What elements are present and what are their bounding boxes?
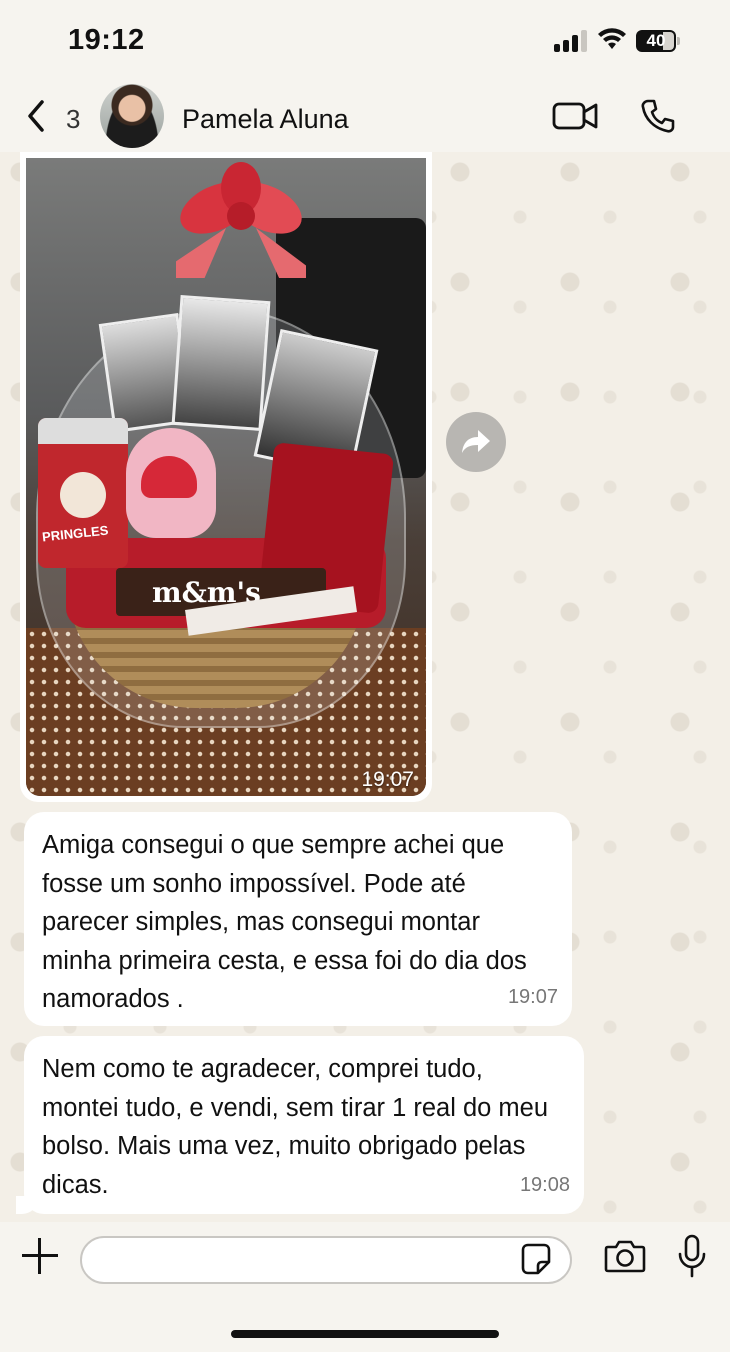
attach-plus-icon[interactable] [20,1236,60,1276]
pringles-can: PRINGLES [38,418,128,568]
sticker-icon[interactable] [520,1242,552,1276]
status-time: 19:12 [68,24,145,56]
message-text: Amiga consegui o que sempre achei que fo… [42,831,527,1013]
phone-call-icon[interactable] [640,98,676,134]
back-chevron-icon[interactable] [22,98,52,134]
forward-button[interactable] [446,412,506,472]
unread-count[interactable]: 3 [66,104,80,135]
microphone-icon[interactable] [676,1234,708,1278]
message-timestamp: 19:08 [519,1173,570,1196]
message-input[interactable] [80,1236,572,1284]
message-timestamp: 19:07 [507,985,558,1008]
gift-basket-photo[interactable]: PRINGLES m&m's 19:07 [26,158,426,796]
message-bubble[interactable]: Nem como te agradecer, comprei tudo, mon… [16,1036,584,1214]
image-message[interactable]: PRINGLES m&m's 19:07 [20,152,432,802]
message-text: Nem como te agradecer, comprei tudo, mon… [42,1055,549,1199]
message-bubble[interactable]: Amiga consegui o que sempre achei que fo… [24,812,572,1026]
status-bar: 19:12 40 [0,0,730,80]
image-timestamp: 19:07 [361,768,414,791]
battery-icon: 40 [636,30,680,52]
forward-arrow-icon [462,430,490,453]
chat-header: 3 Pamela Aluna [0,80,730,152]
home-indicator [231,1330,499,1338]
battery-level: 40 [646,31,666,50]
cellular-signal-icon [554,30,590,52]
video-call-icon[interactable] [552,100,598,132]
contact-avatar[interactable] [100,84,164,148]
ribbon-bow [176,162,306,278]
camera-icon[interactable] [604,1238,646,1274]
wifi-icon [598,28,626,49]
pringles-label: PRINGLES [41,522,110,545]
contact-name[interactable]: Pamela Aluna [182,104,349,135]
